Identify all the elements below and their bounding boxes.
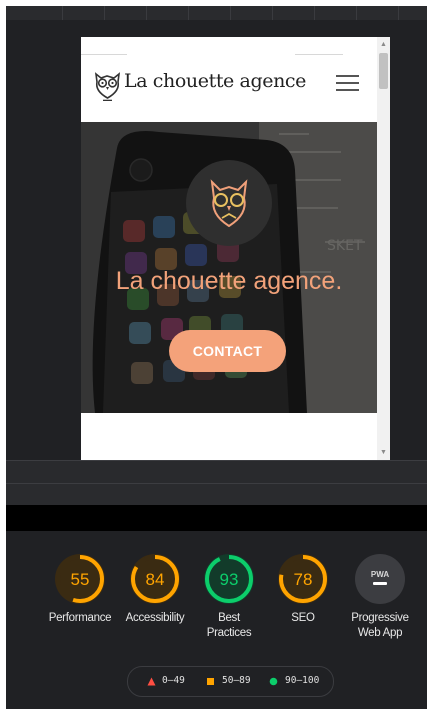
owl-icon[interactable] [94, 71, 121, 101]
hero-title: La chouette agence. [115, 267, 343, 295]
viewport-scrollbar[interactable]: ▲ ▼ [377, 37, 390, 461]
gauge-best-practices-ring: 93 [204, 554, 254, 604]
gauge-best-practices[interactable]: 93 Best Practices [193, 553, 265, 641]
score-legend: 0–49 50–89 90–100 [127, 666, 334, 697]
pass-circle-icon [269, 677, 278, 686]
devtools-toolbar [6, 6, 427, 20]
average-square-icon [207, 678, 214, 685]
fail-triangle-icon [147, 677, 156, 686]
score-performance: 55 [71, 570, 90, 589]
gauge-pwa[interactable]: PWA Progressive Web App [344, 553, 416, 641]
gauge-seo[interactable]: 78 SEO [267, 553, 339, 626]
pwa-badge-text: PWA [371, 570, 389, 579]
score-gauges: 55 Performance 84 Accessibility 93 Best … [44, 553, 416, 653]
score-accessibility: 84 [146, 570, 165, 589]
legend-average-range: 50–89 [222, 675, 251, 686]
emulated-viewport: La chouette agence SKET La chouette agen… [81, 37, 390, 461]
gauge-performance[interactable]: 55 Performance [44, 553, 116, 626]
contact-button[interactable]: CONTACT [169, 330, 286, 372]
scrollbar-thumb[interactable] [379, 53, 388, 89]
hamburger-menu-icon[interactable] [336, 74, 359, 92]
legend-fail-range: 0–49 [162, 675, 185, 686]
site-header: La chouette agence [81, 37, 377, 122]
score-seo: 78 [294, 570, 313, 589]
devtools-panel-divider [6, 460, 427, 484]
devtools-tab-strip [6, 483, 427, 506]
label-accessibility: Accessibility [125, 612, 185, 624]
label-seo: SEO [291, 612, 315, 624]
devtools-frame: La chouette agence SKET La chouette agen… [6, 6, 427, 709]
gauge-performance-ring: 55 [55, 554, 105, 604]
devtools-separator [6, 505, 427, 531]
owl-icon [210, 179, 248, 228]
legend-pass-range: 90–100 [285, 675, 320, 686]
pwa-badge-icon: PWA [355, 554, 405, 604]
hero-owl-badge [186, 160, 272, 246]
scroll-up-icon[interactable]: ▲ [377, 40, 390, 50]
label-performance: Performance [48, 612, 112, 624]
label-best-practices: Best Practices [206, 612, 252, 639]
scroll-down-icon[interactable]: ▼ [377, 448, 390, 458]
score-best-practices: 93 [220, 570, 239, 589]
hero-section: SKET La chouette agence. CONTACT [81, 122, 377, 413]
gauge-accessibility[interactable]: 84 Accessibility [119, 553, 191, 626]
brand-name[interactable]: La chouette agence [124, 70, 306, 92]
lighthouse-report: 55 Performance 84 Accessibility 93 Best … [6, 531, 427, 709]
label-pwa: Progressive Web App [351, 612, 409, 639]
gauge-seo-ring: 78 [278, 554, 328, 604]
gauge-accessibility-ring: 84 [130, 554, 180, 604]
